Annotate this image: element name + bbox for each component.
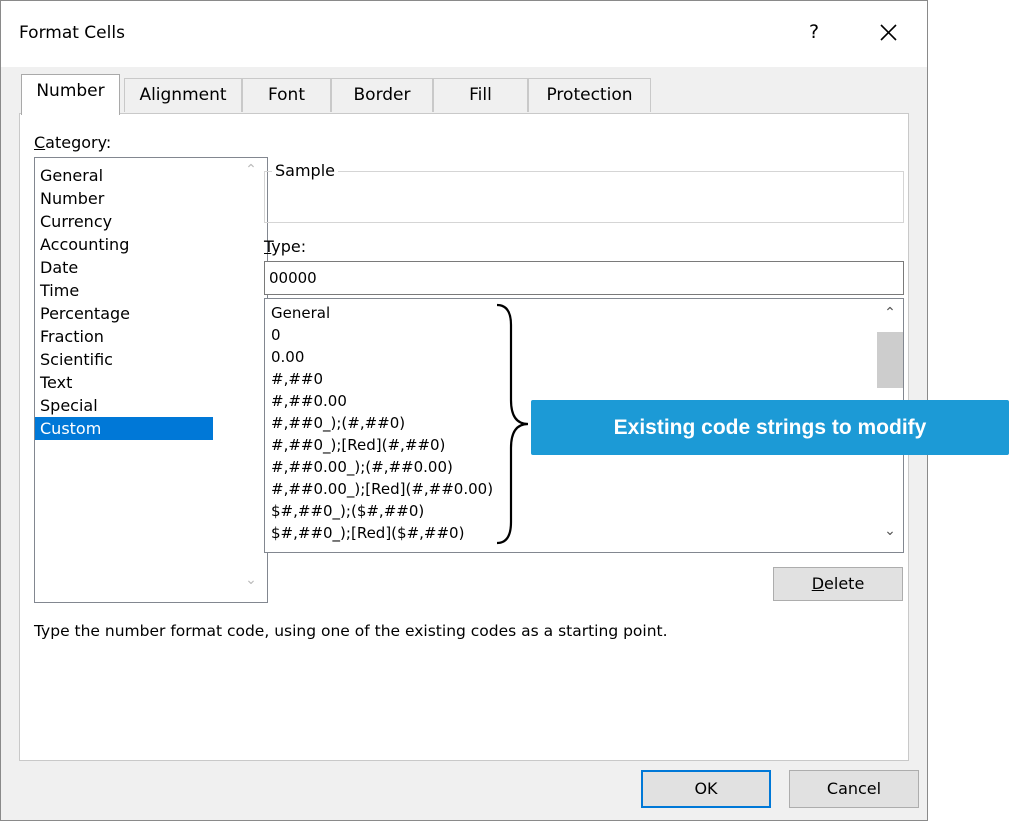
- tab-border[interactable]: Border: [331, 78, 433, 112]
- tab-font[interactable]: Font: [242, 78, 331, 112]
- callout-label: Existing code strings to modify: [531, 400, 1009, 455]
- format-code-item[interactable]: #,##0_);[Red](#,##0): [271, 435, 445, 456]
- category-item-time[interactable]: Time: [35, 279, 213, 302]
- category-item-general[interactable]: General: [35, 164, 213, 187]
- format-code-item[interactable]: #,##0: [271, 369, 323, 390]
- category-list[interactable]: General Number Currency Accounting Date …: [34, 157, 268, 603]
- format-code-item[interactable]: General: [271, 303, 330, 324]
- sample-legend: Sample: [272, 161, 338, 180]
- category-item-scientific[interactable]: Scientific: [35, 348, 213, 371]
- format-code-item[interactable]: 0.00: [271, 347, 304, 368]
- category-item-date[interactable]: Date: [35, 256, 213, 279]
- type-input[interactable]: [264, 261, 904, 295]
- tab-number[interactable]: Number: [21, 74, 120, 115]
- dialog-title: Format Cells: [19, 23, 125, 43]
- delete-button[interactable]: Delete: [773, 567, 903, 601]
- category-item-number[interactable]: Number: [35, 187, 213, 210]
- sample-box: [264, 171, 904, 223]
- category-item-fraction[interactable]: Fraction: [35, 325, 213, 348]
- format-code-item[interactable]: #,##0.00: [271, 391, 347, 412]
- scrollbar-thumb[interactable]: [877, 332, 903, 388]
- category-label: Category:: [34, 133, 112, 152]
- close-icon: [880, 24, 897, 41]
- category-scroll-down-icon[interactable]: ⌄: [241, 572, 261, 588]
- format-code-item[interactable]: $#,##0_);[Red]($#,##0): [271, 523, 464, 544]
- close-button[interactable]: [871, 15, 905, 49]
- help-button[interactable]: ?: [809, 21, 819, 43]
- category-item-special[interactable]: Special: [35, 394, 213, 417]
- title-bar: Format Cells ?: [1, 1, 927, 67]
- ok-button[interactable]: OK: [641, 770, 771, 808]
- scroll-down-icon[interactable]: ⌄: [877, 523, 903, 539]
- format-code-item[interactable]: #,##0.00_);(#,##0.00): [271, 457, 453, 478]
- format-code-item[interactable]: #,##0_);(#,##0): [271, 413, 405, 434]
- scroll-up-icon[interactable]: ⌃: [877, 305, 903, 321]
- category-item-percentage[interactable]: Percentage: [35, 302, 213, 325]
- category-item-currency[interactable]: Currency: [35, 210, 213, 233]
- category-scroll-up-icon[interactable]: ⌃: [241, 162, 261, 178]
- tab-fill[interactable]: Fill: [433, 78, 528, 112]
- cancel-button[interactable]: Cancel: [789, 770, 919, 808]
- format-code-item[interactable]: $#,##0_);($#,##0): [271, 501, 424, 522]
- category-item-custom[interactable]: Custom: [35, 417, 213, 440]
- category-item-accounting[interactable]: Accounting: [35, 233, 213, 256]
- format-code-item[interactable]: 0: [271, 325, 281, 346]
- tab-protection[interactable]: Protection: [528, 78, 651, 112]
- curly-brace-icon: [496, 303, 529, 545]
- format-code-item[interactable]: #,##0.00_);[Red](#,##0.00): [271, 479, 493, 500]
- type-label: Type:: [264, 237, 307, 256]
- hint-text: Type the number format code, using one o…: [34, 622, 668, 640]
- category-item-text[interactable]: Text: [35, 371, 213, 394]
- tab-alignment[interactable]: Alignment: [124, 78, 242, 112]
